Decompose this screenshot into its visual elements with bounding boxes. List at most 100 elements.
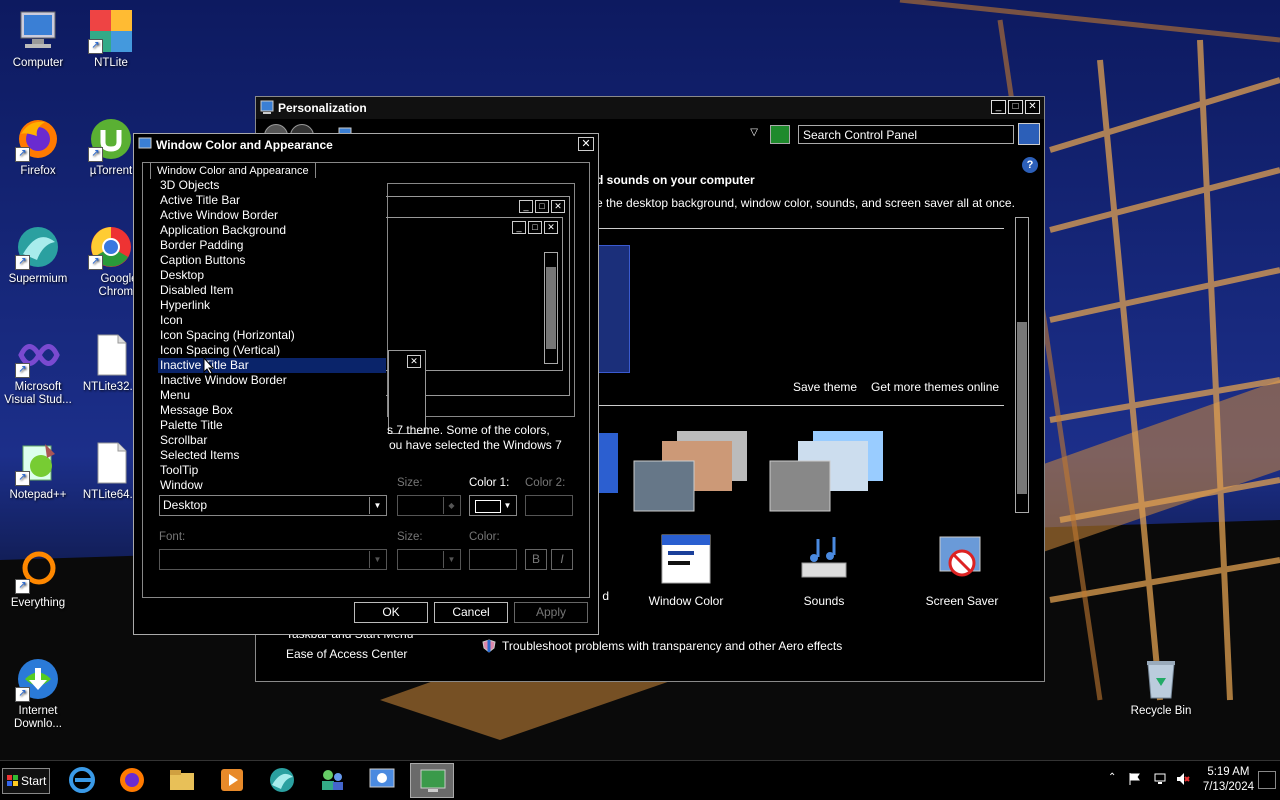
troubleshoot-link[interactable]: Troubleshoot problems with transparency … bbox=[502, 639, 842, 653]
taskbar-internet-explorer[interactable] bbox=[60, 763, 104, 798]
clock-time: 5:19 AM bbox=[1207, 766, 1250, 778]
show-hidden-icons-icon[interactable]: ⌃ bbox=[1108, 772, 1122, 786]
desktop-icon-supermium[interactable]: ↗ Supermium bbox=[0, 224, 76, 286]
desktop-icon-internet-download-manager[interactable]: ↗ Internet Downlo... bbox=[0, 656, 76, 731]
spin-icon: ◆ bbox=[443, 497, 459, 514]
close-button[interactable]: ✕ bbox=[1025, 100, 1040, 114]
item-option[interactable]: Window bbox=[158, 478, 386, 493]
desktop-icon-everything[interactable]: ↗ Everything bbox=[0, 548, 76, 610]
save-theme-link[interactable]: Save theme bbox=[793, 380, 857, 394]
desktop-icon-recycle-bin[interactable]: Recycle Bin bbox=[1123, 656, 1199, 718]
item-option[interactable]: Icon bbox=[158, 313, 386, 328]
taskbar-firefox[interactable] bbox=[110, 763, 154, 798]
cancel-button[interactable]: Cancel bbox=[434, 602, 508, 623]
item-option[interactable]: Scrollbar bbox=[158, 433, 386, 448]
desktop-icon-label: NTLite bbox=[94, 57, 128, 69]
taskbar-supermium[interactable] bbox=[260, 763, 304, 798]
chevron-down-icon[interactable]: ▼ bbox=[500, 497, 515, 514]
item-option[interactable]: Active Window Border bbox=[158, 208, 386, 223]
taskbar-control-panel[interactable] bbox=[360, 763, 404, 798]
dialog-titlebar[interactable]: Window Color and Appearance ✕ bbox=[134, 134, 598, 156]
minimize-button[interactable]: _ bbox=[991, 100, 1006, 114]
ease-of-access-link[interactable]: Ease of Access Center bbox=[286, 647, 407, 661]
color1-picker[interactable]: ▼ bbox=[469, 495, 517, 516]
desktop-icon-label: Firefox bbox=[20, 165, 56, 177]
item-option[interactable]: Desktop bbox=[158, 268, 386, 283]
apply-button[interactable]: Apply bbox=[514, 602, 588, 623]
preview-close-icon: ✕ bbox=[551, 200, 565, 213]
item-option[interactable]: Icon Spacing (Vertical) bbox=[158, 343, 386, 358]
action-center-flag-icon[interactable] bbox=[1128, 772, 1142, 786]
item-dropdown[interactable]: Desktop ▼ bbox=[159, 495, 387, 516]
taskbar-media-player[interactable] bbox=[210, 763, 254, 798]
refresh-button[interactable] bbox=[770, 125, 790, 144]
search-input[interactable] bbox=[798, 125, 1014, 144]
taskbar: Start ⌃ 5:19 AM 7/13/2024 bbox=[0, 760, 1280, 800]
item-option[interactable]: Border Padding bbox=[158, 238, 386, 253]
start-label: Start bbox=[21, 774, 47, 788]
system-clock[interactable]: 5:19 AM 7/13/2024 bbox=[1203, 765, 1254, 795]
item-dropdown-list[interactable]: 3D Objects Active Title Bar Active Window … bbox=[158, 178, 386, 493]
item-option[interactable]: Selected Items bbox=[158, 448, 386, 463]
item-option[interactable]: Active Title Bar bbox=[158, 193, 386, 208]
desktop-icon-notepad-plus-plus[interactable]: ↗ Notepad++ bbox=[0, 440, 76, 502]
help-icon[interactable]: ? bbox=[1022, 157, 1038, 173]
category-sounds[interactable]: Sounds bbox=[769, 533, 879, 608]
preview-close-icon: ✕ bbox=[544, 221, 558, 234]
firefox-icon bbox=[120, 768, 144, 792]
theme-thumbnail[interactable] bbox=[596, 433, 618, 493]
item-option[interactable]: Inactive Window Border bbox=[158, 373, 386, 388]
scroll-thumb[interactable] bbox=[1017, 322, 1027, 494]
item-option[interactable]: Inactive Title Bar bbox=[158, 358, 386, 373]
item-option[interactable]: Application Background bbox=[158, 223, 386, 238]
search-icon[interactable] bbox=[1018, 123, 1040, 145]
tab-window-color-appearance[interactable]: Window Color and Appearance bbox=[150, 162, 316, 179]
taskbar-users[interactable] bbox=[310, 763, 354, 798]
item-option[interactable]: Caption Buttons bbox=[158, 253, 386, 268]
personalization-titlebar[interactable]: Personalization _ □ ✕ bbox=[256, 97, 1044, 119]
personalization-icon bbox=[260, 100, 274, 114]
window-color-appearance-dialog[interactable]: Window Color and Appearance ✕ Window Col… bbox=[133, 133, 599, 635]
font-size-dropdown: ▼ bbox=[397, 549, 461, 570]
shortcut-arrow-icon: ↗ bbox=[15, 687, 30, 702]
shortcut-arrow-icon: ↗ bbox=[15, 579, 30, 594]
volume-muted-icon[interactable] bbox=[1176, 772, 1190, 786]
item-option[interactable]: Palette Title bbox=[158, 418, 386, 433]
italic-button[interactable]: I bbox=[551, 549, 573, 570]
taskbar-file-explorer[interactable] bbox=[160, 763, 204, 798]
network-icon[interactable] bbox=[1153, 772, 1167, 786]
chevron-down-icon[interactable]: ▽ bbox=[750, 127, 758, 138]
bold-button[interactable]: B bbox=[525, 549, 547, 570]
desktop-icon-firefox[interactable]: ↗ Firefox bbox=[0, 116, 76, 178]
category-window-color[interactable]: Window Color bbox=[631, 533, 741, 608]
item-option[interactable]: Disabled Item bbox=[158, 283, 386, 298]
theme-stack-icon[interactable] bbox=[768, 427, 888, 517]
themes-scrollbar[interactable] bbox=[1015, 217, 1029, 513]
dialog-close-button[interactable]: ✕ bbox=[578, 137, 594, 151]
desktop-icon-label: Recycle Bin bbox=[1130, 705, 1192, 717]
category-screen-saver[interactable]: Screen Saver bbox=[907, 533, 1017, 608]
recycle-bin-icon bbox=[1147, 661, 1175, 699]
maximize-button[interactable]: □ bbox=[1008, 100, 1023, 114]
chevron-down-icon[interactable]: ▼ bbox=[369, 497, 385, 514]
item-option[interactable]: Hyperlink bbox=[158, 298, 386, 313]
theme-thumbnail[interactable] bbox=[596, 245, 630, 373]
mouse-cursor-icon bbox=[203, 357, 215, 375]
item-option[interactable]: Message Box bbox=[158, 403, 386, 418]
item-option[interactable]: Menu bbox=[158, 388, 386, 403]
item-option[interactable]: Icon Spacing (Horizontal) bbox=[158, 328, 386, 343]
show-desktop-button[interactable] bbox=[1258, 771, 1276, 789]
preview-minimize-icon: _ bbox=[512, 221, 526, 234]
color1-label: Color 1: bbox=[469, 477, 510, 489]
theme-stack-icon[interactable] bbox=[632, 427, 752, 517]
item-option[interactable]: 3D Objects bbox=[158, 178, 386, 193]
desktop-icon-visual-studio[interactable]: ↗ Microsoft Visual Stud... bbox=[0, 332, 76, 407]
taskbar-personalization[interactable] bbox=[410, 763, 454, 798]
desktop-icon-computer[interactable]: Computer bbox=[0, 8, 76, 70]
ok-button[interactable]: OK bbox=[354, 602, 428, 623]
desktop-icon-ntlite[interactable]: ↗ NTLite bbox=[73, 8, 149, 70]
get-more-themes-link[interactable]: Get more themes online bbox=[871, 380, 999, 394]
start-button[interactable]: Start bbox=[2, 768, 50, 794]
item-option[interactable]: ToolTip bbox=[158, 463, 386, 478]
shortcut-arrow-icon: ↗ bbox=[88, 255, 103, 270]
